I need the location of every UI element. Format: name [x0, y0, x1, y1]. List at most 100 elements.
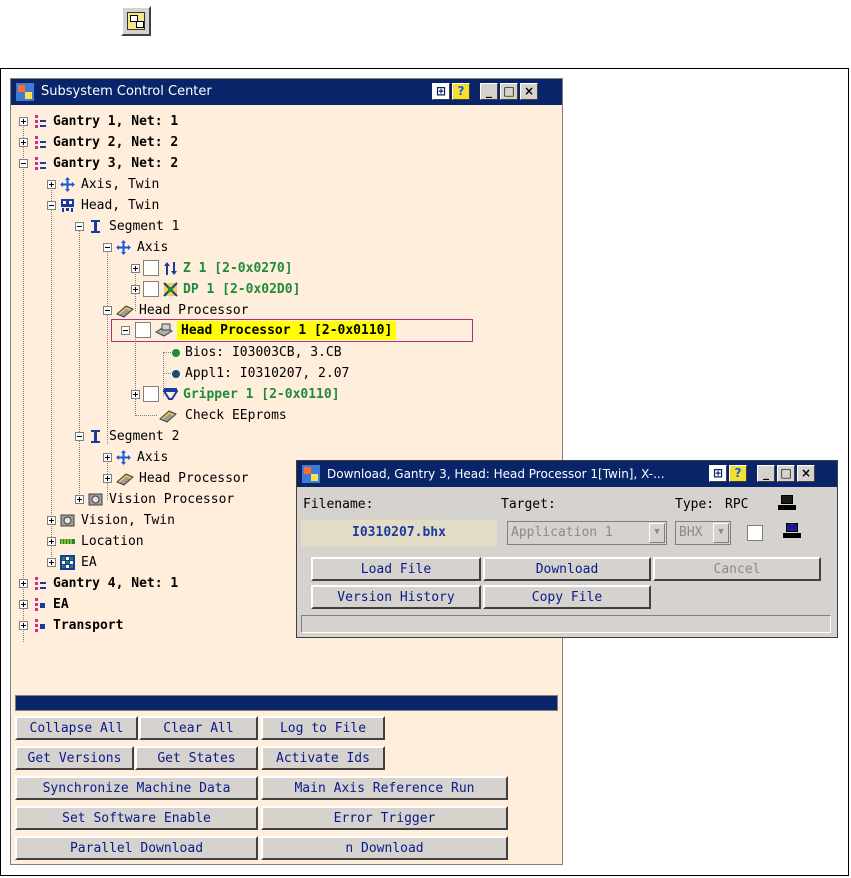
minimize-button[interactable]: _ [480, 83, 498, 100]
z-axis-icon [164, 262, 177, 275]
get-states-button[interactable]: Get States [135, 746, 258, 770]
vision-icon [88, 493, 103, 506]
expand-icon[interactable] [47, 180, 56, 189]
expand-icon[interactable] [19, 579, 28, 588]
tree-label: Bios: I03003CB, 3.CB [185, 345, 342, 360]
clear-all-button[interactable]: Clear All [139, 716, 258, 740]
tree-label: Axis [137, 450, 169, 465]
select-checkbox[interactable] [143, 281, 159, 297]
collapse-icon[interactable] [47, 201, 56, 210]
download-button[interactable]: Download [483, 557, 651, 581]
main-axis-reference-run-button[interactable]: Main Axis Reference Run [261, 776, 508, 800]
tree-label: EA [81, 555, 97, 570]
set-software-enable-button[interactable]: Set Software Enable [15, 806, 258, 830]
tree-label: Appl1: I0310207, 2.07 [185, 366, 350, 381]
gantry-icon [35, 157, 46, 170]
ea-icon [35, 598, 45, 611]
collapse-icon[interactable] [103, 243, 112, 252]
synchronize-machine-data-button[interactable]: Synchronize Machine Data [15, 776, 258, 800]
expand-icon[interactable] [19, 117, 28, 126]
collapse-icon[interactable] [75, 222, 84, 231]
expand-icon[interactable] [131, 264, 140, 273]
tree-overview-icon[interactable] [121, 6, 151, 36]
status-dot-icon [172, 349, 180, 357]
error-trigger-button[interactable]: Error Trigger [261, 806, 508, 830]
type-select[interactable]: BHX ▼ [675, 521, 731, 545]
copy-file-button[interactable]: Copy File [483, 585, 651, 609]
tree-label: Transport [53, 618, 124, 633]
pc-icon [783, 523, 801, 539]
expand-icon[interactable] [19, 138, 28, 147]
close-button[interactable]: × [520, 83, 538, 100]
parallel-download-button[interactable]: Parallel Download [15, 836, 258, 860]
n-download-button[interactable]: n Download [261, 836, 508, 860]
dialog-titlebar[interactable]: Download, Gantry 3, Head: Head Processor… [297, 461, 837, 487]
pc-icon [778, 495, 796, 511]
chevron-down-icon[interactable]: ▼ [713, 523, 729, 543]
head-icon [61, 199, 74, 212]
expand-icon[interactable] [19, 600, 28, 609]
expand-icon[interactable] [75, 495, 84, 504]
eeprom-icon [159, 410, 177, 423]
close-button[interactable]: × [797, 465, 815, 482]
collapse-icon[interactable] [75, 432, 84, 441]
expand-icon[interactable] [47, 516, 56, 525]
tree-label: Head, Twin [81, 198, 160, 213]
network-icon[interactable]: ⊞ [709, 465, 727, 482]
activate-ids-button[interactable]: Activate Ids [261, 746, 385, 770]
window-title: Subsystem Control Center [41, 84, 212, 99]
filename-field[interactable]: I0310207.bhx [301, 520, 497, 546]
expand-icon[interactable] [131, 285, 140, 294]
app-logo-icon [302, 465, 320, 483]
vision-icon [60, 514, 75, 527]
transport-icon [35, 619, 45, 632]
expand-icon[interactable] [19, 621, 28, 630]
expand-icon[interactable] [103, 474, 112, 483]
target-select[interactable]: Application 1 ▼ [507, 521, 667, 545]
segment-icon [91, 430, 100, 443]
tree-label: Gantry 2, Net: 2 [53, 135, 179, 150]
rpc-checkbox[interactable] [747, 525, 763, 541]
processor-icon [155, 323, 173, 337]
expand-icon[interactable] [47, 558, 56, 567]
network-icon[interactable]: ⊞ [432, 83, 450, 100]
progress-bar [15, 695, 558, 711]
log-to-file-button[interactable]: Log to File [261, 716, 385, 740]
tree-label: Axis [137, 240, 169, 255]
chevron-down-icon[interactable]: ▼ [649, 523, 665, 543]
select-checkbox[interactable] [135, 322, 151, 338]
tree-label: EA [53, 597, 69, 612]
rpc-label: RPC [725, 497, 749, 512]
type-value: BHX [679, 525, 703, 540]
help-icon[interactable]: ? [452, 83, 470, 100]
help-icon[interactable]: ? [729, 465, 747, 482]
get-versions-button[interactable]: Get Versions [15, 746, 134, 770]
download-dialog: Download, Gantry 3, Head: Head Processor… [296, 460, 838, 638]
axis-icon [116, 450, 131, 465]
expand-icon[interactable] [47, 537, 56, 546]
filename-label: Filename: [303, 497, 374, 512]
tree-label: Head Processor 1 [2-0x0110] [177, 321, 397, 340]
expand-icon[interactable] [103, 453, 112, 462]
status-dot-icon [172, 370, 180, 378]
tree-label: Location [81, 534, 144, 549]
minimize-button[interactable]: _ [757, 465, 775, 482]
collapse-all-button[interactable]: Collapse All [15, 716, 138, 740]
collapse-icon[interactable] [103, 306, 112, 315]
version-history-button[interactable]: Version History [311, 585, 481, 609]
main-titlebar[interactable]: Subsystem Control Center ⊞ ? _ □ × [11, 79, 562, 105]
tree-label: Gantry 3, Net: 2 [53, 156, 179, 171]
load-file-button[interactable]: Load File [311, 557, 481, 581]
target-value: Application 1 [511, 525, 613, 540]
maximize-button[interactable]: □ [777, 465, 795, 482]
gantry-icon [35, 577, 46, 590]
maximize-button[interactable]: □ [500, 83, 518, 100]
select-checkbox[interactable] [143, 260, 159, 276]
cancel-button[interactable]: Cancel [653, 557, 821, 581]
processor-icon [116, 473, 134, 486]
select-checkbox[interactable] [143, 386, 159, 402]
collapse-icon[interactable] [121, 326, 130, 335]
type-label: Type: [675, 497, 715, 512]
collapse-icon[interactable] [19, 159, 28, 168]
expand-icon[interactable] [131, 390, 140, 399]
